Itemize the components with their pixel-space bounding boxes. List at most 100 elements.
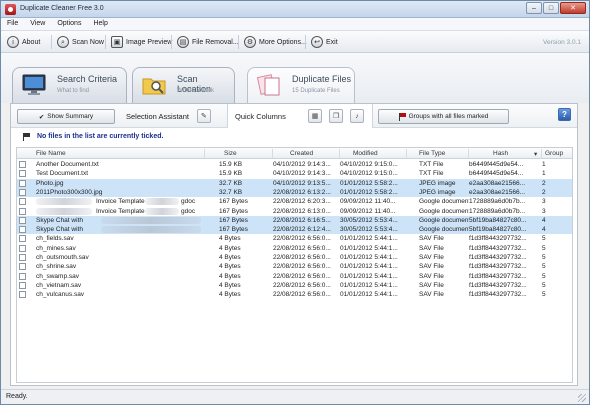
cell-group: 5	[542, 244, 546, 252]
cell-modified: 30/05/2012 5:53:4...	[340, 216, 398, 224]
column-file-type[interactable]: File Type	[419, 150, 445, 157]
menu-file[interactable]: File	[1, 18, 24, 30]
music-icon[interactable]: ♪	[350, 109, 364, 123]
table-row[interactable]: Skype Chat with 167 Bytes 22/08/2012 6:12:…	[17, 225, 572, 235]
table-row[interactable]: ch_vulcanus.sav 4 Bytes 22/08/2012 6:56:0.…	[17, 290, 572, 299]
cell-group: 2	[542, 188, 546, 196]
table-row[interactable]: Invoice Template 167 Bytes 22/08/2012 6:13…	[17, 207, 572, 216]
wand-icon: ✎	[196, 109, 211, 123]
table-row[interactable]: ch_fields.sav 4 Bytes 22/08/2012 6:56:0...…	[17, 234, 572, 243]
column-hash[interactable]: Hash	[493, 150, 508, 157]
cell-modified: 04/10/2012 9:15:0...	[340, 170, 398, 178]
resize-grip-icon[interactable]	[578, 394, 586, 402]
row-checkbox[interactable]	[19, 291, 26, 299]
status-text: Ready.	[6, 393, 28, 400]
table-row[interactable]: ch_swamp.sav 4 Bytes 22/08/2012 6:56:0... 0…	[17, 272, 572, 281]
cell-created: 04/10/2012 9:14:3...	[273, 170, 331, 178]
cell-file-type: Google document	[419, 198, 469, 206]
row-checkbox[interactable]	[19, 207, 26, 215]
table-row[interactable]: Photo.jpg 32.7 KB 04/10/2012 9:13:5... 01/0…	[17, 178, 572, 188]
tab-scan-location[interactable]: Scan Location Where to look	[132, 67, 235, 103]
tab-quick-columns[interactable]: Quick Columns ▦ ❐ ♪	[227, 104, 373, 128]
column-created[interactable]: Created	[290, 150, 313, 157]
cell-modified: 01/01/2012 5:44:1...	[340, 235, 398, 243]
row-checkbox[interactable]	[19, 188, 26, 196]
toolbar-divider	[238, 35, 239, 49]
column-modified[interactable]: Modified	[353, 150, 378, 157]
row-checkbox[interactable]	[19, 179, 26, 187]
row-checkbox[interactable]	[19, 226, 26, 234]
file-removal-button[interactable]: ▤ File Removal...	[177, 34, 239, 50]
scan-now-button[interactable]: ⌕ Scan Now	[57, 34, 104, 50]
table-row[interactable]: Another Document.txt 15.9 KB 04/10/2012 9:…	[17, 160, 572, 169]
toolbar-divider	[171, 35, 172, 49]
row-checkbox[interactable]	[19, 244, 26, 252]
more-options-button[interactable]: ⚙ More Options...	[244, 34, 307, 50]
row-checkbox[interactable]	[19, 198, 26, 206]
image-preview-label: Image Preview	[126, 38, 173, 46]
row-checkbox[interactable]	[19, 170, 26, 178]
column-group[interactable]: Group	[545, 150, 563, 157]
menu-bar: File View Options Help	[1, 18, 589, 31]
minimize-button[interactable]: –	[526, 2, 542, 14]
image-preview-button[interactable]: ▣ Image Preview	[111, 34, 172, 50]
column-size[interactable]: Size	[224, 150, 237, 157]
table-row[interactable]: Invoice Template 167 Bytes 22/08/2012 6:20…	[17, 197, 572, 206]
table-row[interactable]: Test Document.txt 15.9 KB 04/10/2012 9:14:…	[17, 169, 572, 178]
cell-size: 4 Bytes	[219, 272, 241, 280]
cell-created: 22/08/2012 6:56:0...	[273, 235, 331, 243]
row-checkbox[interactable]	[19, 235, 26, 243]
cell-created: 22/08/2012 6:56:0...	[273, 281, 331, 289]
menu-options[interactable]: Options	[51, 18, 87, 30]
groups-marked-button[interactable]: Groups with all files marked	[378, 109, 509, 124]
window-title: Duplicate Cleaner Free 3.0	[20, 5, 104, 12]
windows-icon[interactable]: ❐	[329, 109, 343, 123]
tab-duplicate-files[interactable]: Duplicate Files 15 Duplicate Files	[247, 67, 355, 103]
grid-icon[interactable]: ▦	[308, 109, 322, 123]
maximize-button[interactable]: □	[543, 2, 559, 14]
cell-file-name: ch_vulcanus.sav	[36, 291, 85, 299]
cell-hash: 5bf19ba84827c80...	[469, 226, 527, 234]
row-checkbox[interactable]	[19, 272, 26, 280]
cell-file-name: ch_fields.sav	[36, 235, 74, 243]
cell-file-type: Google document	[419, 207, 469, 215]
tab-selection-assistant[interactable]: Selection Assistant ✎	[120, 104, 217, 128]
about-button[interactable]: i About	[7, 34, 40, 50]
cell-modified: 09/09/2012 11:40...	[340, 207, 396, 215]
table-row[interactable]: ch_vietnam.sav 4 Bytes 22/08/2012 6:56:0..…	[17, 281, 572, 290]
tab-subtitle: 15 Duplicate Files	[292, 88, 340, 94]
cell-created: 22/08/2012 6:16:5...	[273, 216, 331, 224]
cell-size: 167 Bytes	[219, 216, 248, 224]
row-checkbox[interactable]	[19, 216, 26, 224]
cell-file-type: SAV File	[419, 254, 444, 261]
gear-icon: ⚙	[244, 36, 256, 48]
row-checkbox[interactable]	[19, 263, 26, 271]
close-button[interactable]: ✕	[560, 2, 586, 14]
table-row[interactable]: Skype Chat with 167 Bytes 22/08/2012 6:16:…	[17, 215, 572, 225]
table-row[interactable]: 2011Photo300x300.jpg 32.7 KB 22/08/2012 6:…	[17, 187, 572, 197]
cell-size: 4 Bytes	[219, 235, 241, 243]
row-checkbox[interactable]	[19, 161, 26, 168]
table-row[interactable]: ch_shrine.sav 4 Bytes 22/08/2012 6:56:0...…	[17, 262, 572, 271]
cell-group: 5	[542, 272, 546, 280]
row-checkbox[interactable]	[19, 254, 26, 261]
cell-file-type: TXT File	[419, 170, 444, 178]
column-divider	[339, 149, 340, 158]
table-row[interactable]: ch_outsmouth.sav 4 Bytes 22/08/2012 6:56:0…	[17, 253, 572, 262]
cell-modified: 01/01/2012 5:58:2...	[340, 188, 398, 196]
column-file-name[interactable]: File Name	[36, 150, 66, 157]
cell-group: 3	[542, 198, 546, 206]
app-logo-icon	[5, 4, 16, 15]
cell-created: 22/08/2012 6:12:4...	[273, 226, 331, 234]
cell-group: 5	[542, 281, 546, 289]
cell-file-type: SAV File	[419, 272, 444, 280]
help-button[interactable]: ?	[558, 108, 571, 121]
row-checkbox[interactable]	[19, 281, 26, 289]
menu-view[interactable]: View	[24, 18, 51, 30]
show-summary-button[interactable]: ✔ Show Summary	[17, 109, 115, 124]
cell-group: 5	[542, 291, 546, 299]
table-row[interactable]: ch_mines.sav 4 Bytes 22/08/2012 6:56:0... 0…	[17, 244, 572, 253]
tab-search-criteria[interactable]: Search Criteria What to find	[12, 67, 127, 103]
menu-help[interactable]: Help	[87, 18, 113, 30]
exit-button[interactable]: ↩ Exit	[311, 34, 338, 50]
